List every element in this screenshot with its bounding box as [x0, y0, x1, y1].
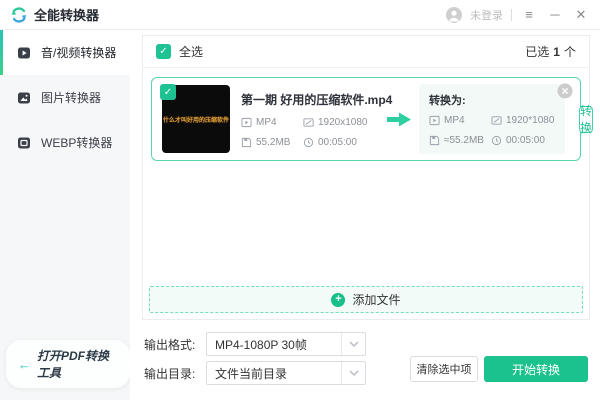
output-directory-row: 输出目录: 文件当前目录 [144, 361, 366, 385]
select-all-checkbox[interactable]: ✓ [156, 44, 171, 59]
target-resolution: 1920*1080 [491, 115, 567, 126]
titlebar: 全能转换器 未登录 ≡ ─ ✕ [0, 0, 600, 30]
minimize-icon[interactable]: ─ [546, 6, 564, 24]
start-convert-button[interactable]: 开始转换 [484, 356, 588, 382]
close-icon[interactable]: ✕ [572, 6, 590, 24]
titlebar-divider [511, 8, 512, 21]
file-card[interactable]: ✓ 什么才叫好用的压缩软件 第一期 好用的压缩软件.mp4 MP4 1920x1… [151, 77, 594, 161]
back-arrow-icon: ← [18, 356, 31, 372]
arrow-right-icon [387, 112, 411, 126]
image-converter-icon [18, 92, 30, 103]
source-resolution: 1920x1080 [303, 117, 379, 128]
open-pdf-tool-label: 打开PDF转换工具 [37, 349, 110, 380]
chevron-down-icon[interactable] [341, 333, 365, 355]
menu-icon[interactable]: ≡ [520, 6, 538, 24]
select-all-label: 全选 [179, 45, 204, 59]
output-format-select[interactable]: MP4-1080P 30帧 [206, 332, 366, 356]
convert-button[interactable]: 转换 [579, 104, 594, 135]
sidebar-item-webp-converter[interactable]: WEBP转换器 [0, 120, 130, 165]
add-file-label: 添加文件 [352, 293, 401, 307]
file-name: 第一期 好用的压缩软件.mp4 [241, 92, 393, 107]
target-size: ≈55.2MB [429, 135, 491, 146]
play-square-icon [241, 117, 252, 127]
screen-icon [491, 116, 502, 125]
target-format: MP4 [429, 115, 491, 126]
selected-count-prefix: 已选 [525, 45, 550, 59]
clock-icon [303, 137, 314, 147]
convert-to-label: 转换为: [429, 95, 466, 107]
output-format-row: 输出格式: MP4-1080P 30帧 [144, 332, 366, 356]
save-icon [241, 137, 252, 147]
play-square-icon [429, 115, 440, 126]
login-status[interactable]: 未登录 [470, 7, 503, 23]
clock-icon [491, 135, 502, 146]
output-directory-value: 文件当前目录 [215, 366, 288, 381]
sidebar-item-label: 音/视频转换器 [41, 46, 117, 60]
add-file-button[interactable]: + 添加文件 [149, 286, 583, 313]
audio-video-converter-icon [18, 47, 30, 58]
sidebar: 音/视频转换器 图片转换器 WEBP转换器 ← 打开PDF转换工具 [0, 30, 130, 400]
sidebar-item-image-converter[interactable]: 图片转换器 [0, 75, 130, 120]
output-format-label: 输出格式: [144, 337, 196, 352]
save-icon [429, 135, 440, 146]
plus-icon: + [331, 292, 346, 307]
file-list-panel: ✓ 全选 已选 1 个 ✓ 什么才叫好用的压缩软件 第一期 好用的压缩软件.mp… [142, 35, 594, 320]
list-header: ✓ 全选 已选 1 个 [143, 36, 589, 68]
selected-count-suffix: 个 [563, 45, 576, 59]
open-pdf-tool-button[interactable]: ← 打开PDF转换工具 [6, 340, 130, 388]
screen-icon [303, 117, 314, 127]
app-logo: 全能转换器 [10, 5, 99, 24]
webp-converter-icon [18, 137, 30, 148]
sidebar-item-audio-video-converter[interactable]: 音/视频转换器 [0, 30, 130, 75]
converter-app-window: 全能转换器 未登录 ≡ ─ ✕ 音/视频转换器 图片转换器 WEBP转换器 ← … [0, 0, 600, 400]
main-content: ✓ 全选 已选 1 个 ✓ 什么才叫好用的压缩软件 第一期 好用的压缩软件.mp… [130, 30, 600, 400]
clear-selected-button[interactable]: 清除选中项 [410, 356, 478, 382]
output-directory-label: 输出目录: [144, 366, 196, 381]
check-icon: ✓ [163, 86, 173, 98]
sidebar-item-label: WEBP转换器 [41, 136, 113, 150]
avatar-icon[interactable] [446, 6, 462, 23]
output-format-value: MP4-1080P 30帧 [215, 337, 307, 352]
source-format: MP4 [241, 117, 303, 128]
source-duration: 00:05:00 [303, 137, 379, 148]
output-directory-select[interactable]: 文件当前目录 [206, 361, 366, 385]
source-file-info: 第一期 好用的压缩软件.mp4 MP4 1920x1080 55.2MB 00:… [241, 91, 393, 148]
chevron-down-icon[interactable] [341, 362, 365, 384]
target-duration: 00:05:00 [491, 135, 567, 146]
thumbnail-caption: 什么才叫好用的压缩软件 [162, 117, 229, 124]
remove-file-icon[interactable] [557, 83, 573, 99]
selected-count-number: 1 [553, 44, 560, 59]
file-checkbox[interactable]: ✓ [160, 84, 176, 100]
source-size: 55.2MB [241, 137, 303, 148]
selected-count: 已选 1 个 [525, 43, 576, 60]
sync-logo-icon [11, 6, 27, 23]
sidebar-item-label: 图片转换器 [41, 91, 102, 105]
check-icon: ✓ [159, 46, 168, 57]
app-title: 全能转换器 [34, 8, 100, 23]
convert-target-info: 转换为: MP4 1920*1080 ≈55.2MB 00:05:00 [419, 84, 565, 154]
